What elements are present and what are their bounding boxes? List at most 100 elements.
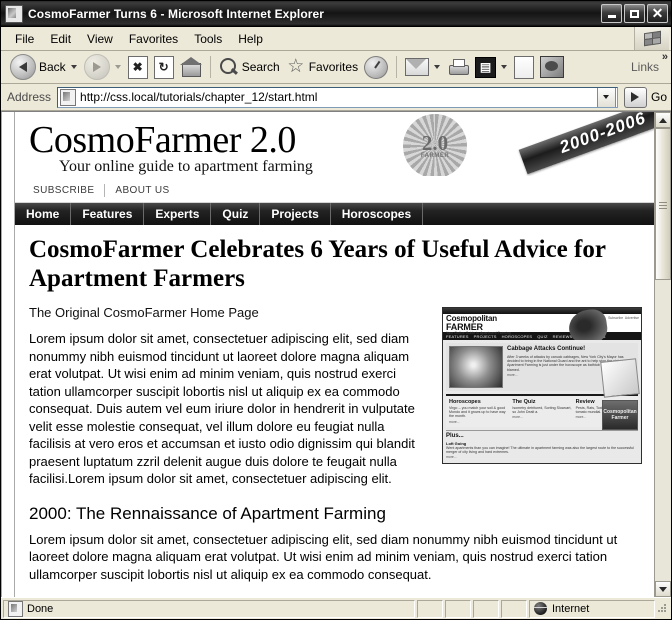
nav-item-features[interactable]: Features <box>71 203 145 225</box>
globe-icon <box>534 602 547 615</box>
resize-grip[interactable] <box>655 602 669 616</box>
status-pane-1 <box>417 599 443 618</box>
page-gutter <box>1 112 14 597</box>
scrollbar-track[interactable] <box>655 128 671 581</box>
windows-flag-icon <box>634 27 669 50</box>
address-bar: Address http://css.local/tutorials/chapt… <box>1 84 671 111</box>
toolbar-overflow-icon[interactable]: » <box>662 52 668 63</box>
window-icon <box>5 4 23 23</box>
back-dropdown-icon[interactable] <box>70 65 77 69</box>
edit-icon: ▤ <box>475 56 497 78</box>
security-zone-pane[interactable]: Internet <box>529 599 655 618</box>
messenger-button[interactable] <box>537 53 567 81</box>
menu-bar: File Edit View Favorites Tools Help <box>1 27 671 51</box>
nav-item-home[interactable]: Home <box>15 203 72 225</box>
homepage-screenshot-thumbnail: Cosmopolitan FARMER Your Online Guide to… <box>442 307 642 464</box>
scrollbar-thumb[interactable] <box>655 128 671 280</box>
thumb-corner-note: Subscribe Advertise <box>608 316 639 320</box>
address-url-text[interactable]: http://css.local/tutorials/chapter_12/st… <box>80 90 595 104</box>
thumb-ad-image <box>600 358 640 398</box>
print-button[interactable] <box>444 53 472 81</box>
status-pane-4 <box>501 599 527 618</box>
favorites-button[interactable]: ☆ Favorites <box>283 53 361 81</box>
thumb-lead-photo <box>449 346 503 388</box>
history-button[interactable] <box>361 53 391 81</box>
home-button[interactable] <box>177 53 205 81</box>
anniversary-seal-icon: 2.0 FARMER <box>403 114 467 176</box>
thumb-plus-more: more... <box>446 455 457 460</box>
menu-item-tools[interactable]: Tools <box>186 30 230 48</box>
minimize-button[interactable] <box>601 4 622 23</box>
scrollbar-grip <box>659 200 667 209</box>
security-zone-text: Internet <box>552 602 590 615</box>
nav-item-horoscopes[interactable]: Horoscopes <box>331 203 424 225</box>
nav-item-quiz[interactable]: Quiz <box>211 203 261 225</box>
article-subheading: 2000: The Rennaissance of Apartment Farm… <box>29 503 386 523</box>
page-title: CosmoFarmer Celebrates 6 Years of Useful… <box>29 236 606 292</box>
search-button[interactable]: Search <box>216 53 283 81</box>
home-icon <box>179 57 202 77</box>
article: CosmoFarmer Celebrates 6 Years of Useful… <box>15 225 654 583</box>
forward-dropdown-icon[interactable] <box>114 65 121 69</box>
address-dropdown-button[interactable] <box>596 87 616 107</box>
edit-dropdown-icon[interactable] <box>501 65 508 69</box>
page-icon <box>8 600 23 617</box>
cosmofarmer-site: 2000-2006 CosmoFarmer 2.0 Your online gu… <box>15 112 654 583</box>
menu-item-edit[interactable]: Edit <box>42 30 79 48</box>
back-button[interactable]: Back <box>7 53 81 81</box>
address-input[interactable]: http://css.local/tutorials/chapter_12/st… <box>57 86 618 108</box>
thumb-col-more: more... <box>449 419 460 424</box>
thumb-logo-sub: Your Online Guide to Apartment Farming <box>446 331 511 335</box>
thumb-plus-item: Loft Going Went apartments than you can … <box>446 441 638 459</box>
web-page: 2000-2006 CosmoFarmer 2.0 Your online gu… <box>14 112 654 597</box>
scroll-up-button[interactable] <box>655 112 671 128</box>
toolbar-separator-2 <box>396 56 398 78</box>
sublink-subscribe[interactable]: SUBSCRIBE <box>33 185 104 196</box>
thumb-plus-label: Plus... <box>446 429 638 439</box>
seal-text: FARMER <box>420 153 450 159</box>
nav-item-projects[interactable]: Projects <box>260 203 331 225</box>
window-title: CosmoFarmer Turns 6 - Microsoft Internet… <box>28 6 325 21</box>
back-label: Back <box>39 60 66 74</box>
maximize-button[interactable] <box>624 4 645 23</box>
thumb-lead-headline: Cabbage Attacks Continue! <box>507 346 586 352</box>
menu-item-file[interactable]: File <box>7 30 42 48</box>
nav-item-experts[interactable]: Experts <box>144 203 212 225</box>
go-button[interactable]: Go <box>623 86 667 108</box>
article-first-column: Lorem ipsum dolor sit amet, consectetuer… <box>29 330 457 488</box>
stop-button[interactable]: ✖ <box>125 53 151 81</box>
forward-button[interactable] <box>81 53 125 81</box>
messenger-icon <box>540 56 565 78</box>
mail-dropdown-icon[interactable] <box>434 65 441 69</box>
stop-icon: ✖ <box>127 55 148 79</box>
sublink-about-us[interactable]: ABOUT US <box>115 185 179 196</box>
thumb-nav-quiz: QUIZ <box>537 333 548 339</box>
vertical-scrollbar[interactable] <box>654 112 671 597</box>
status-pane-3 <box>473 599 499 618</box>
links-label[interactable]: Links <box>623 60 667 74</box>
thumb-col-heading: Horoscopes <box>449 399 481 405</box>
article-paragraph-1: Lorem ipsum dolor sit amet, consectetuer… <box>29 331 415 486</box>
menu-item-favorites[interactable]: Favorites <box>121 30 186 48</box>
refresh-icon: ↻ <box>153 55 174 79</box>
thumb-col-body: Virgo -- you match your soil & good Mond… <box>449 406 506 419</box>
scroll-down-button[interactable] <box>655 581 671 597</box>
thumb-body: Cosmopolitan Farmer Cabbage Attacks Cont… <box>443 340 641 463</box>
blank-page-button[interactable] <box>511 53 537 81</box>
close-button[interactable]: ✕ <box>647 4 668 23</box>
search-label: Search <box>241 60 280 74</box>
forward-icon <box>83 54 110 80</box>
menu-item-view[interactable]: View <box>79 30 121 48</box>
edit-button[interactable]: ▤ <box>472 53 511 81</box>
back-icon <box>10 54 36 80</box>
article-paragraph-2: Lorem ipsum dolor sit amet, consectetuer… <box>29 531 618 582</box>
links-toolbar[interactable]: » Links <box>623 51 671 83</box>
menu-item-help[interactable]: Help <box>230 30 271 48</box>
site-navigation: Home Features Experts Quiz Projects Horo… <box>15 203 654 225</box>
thumb-logo-line2: FARMER <box>446 322 483 332</box>
thumb-logo: Cosmopolitan FARMER <box>446 315 511 332</box>
thumb-column-quiz: The Quiz Isometry detritured, Sorting Sl… <box>512 399 571 424</box>
thumb-ad-banner: Cosmopolitan Farmer <box>602 400 638 430</box>
refresh-button[interactable]: ↻ <box>151 53 177 81</box>
mail-button[interactable] <box>402 53 444 81</box>
